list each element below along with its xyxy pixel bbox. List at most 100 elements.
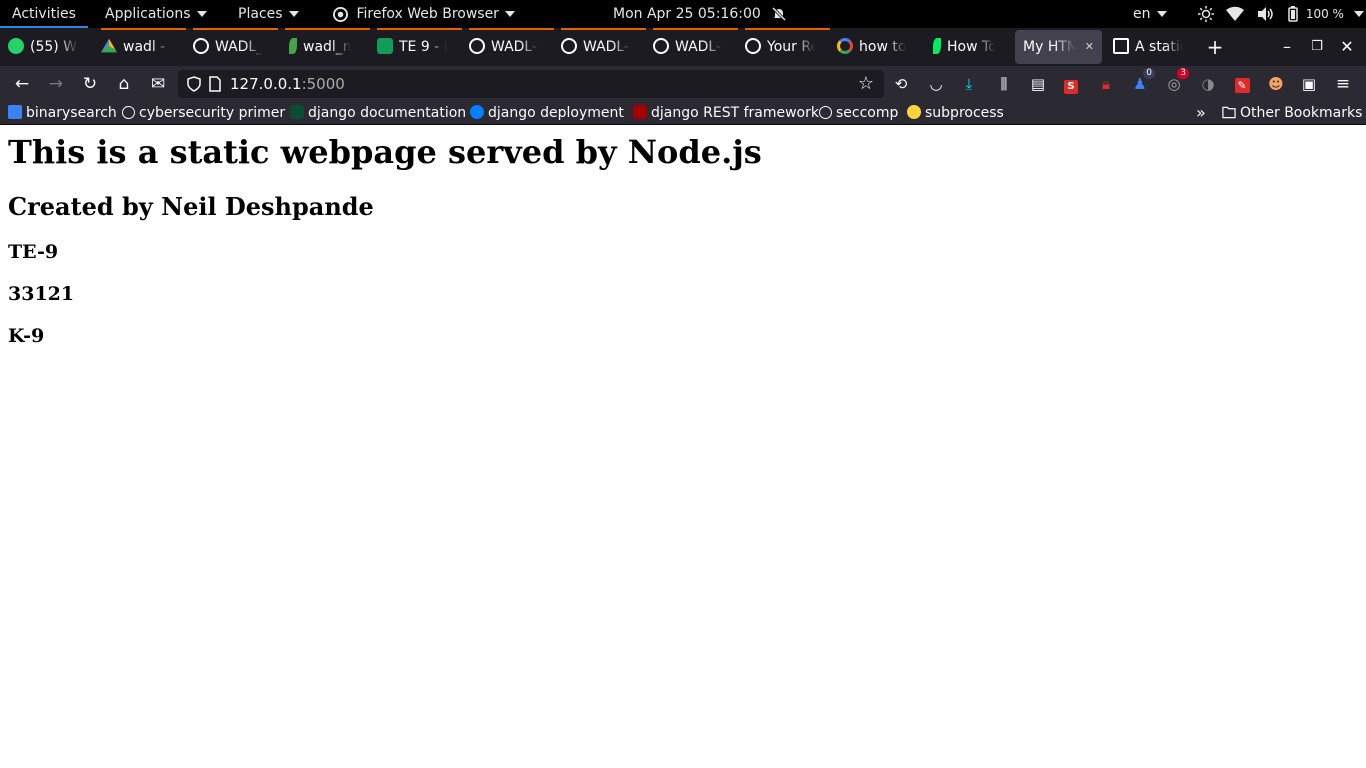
forward-button[interactable]: → bbox=[44, 72, 68, 96]
language-label: en bbox=[1133, 6, 1151, 22]
places-menu[interactable]: Places bbox=[238, 0, 299, 28]
battery-icon bbox=[1288, 6, 1299, 22]
tab-title: My HTML bbox=[1023, 39, 1075, 55]
menu-icon[interactable]: ≡ bbox=[1332, 73, 1354, 95]
tab-title: wadl - G bbox=[123, 39, 171, 55]
bookmark-item[interactable]: cybersecurity primer bbox=[122, 102, 285, 124]
other-bookmarks[interactable]: Other Bookmarks bbox=[1222, 102, 1362, 124]
tab-container-line bbox=[653, 28, 738, 30]
mail-icon[interactable]: ✉ bbox=[146, 72, 170, 96]
sidebar-icon[interactable]: ▤ bbox=[1027, 73, 1049, 95]
tab[interactable]: (55) Wh bbox=[8, 30, 93, 64]
minimize-button[interactable]: – bbox=[1272, 28, 1302, 66]
pocket-icon[interactable]: ◡ bbox=[925, 73, 947, 95]
url-port: :5000 bbox=[301, 75, 345, 93]
activities-button[interactable]: Activities bbox=[12, 0, 76, 28]
language-indicator[interactable]: en bbox=[1133, 0, 1167, 28]
page-subheading: Created by Neil Deshpande bbox=[8, 192, 374, 221]
lock-extension-icon[interactable]: 🔒︎ bbox=[1095, 73, 1117, 95]
tab-title: WADL-S bbox=[675, 39, 723, 55]
brightness-icon bbox=[1198, 6, 1214, 22]
notifications-disabled-icon bbox=[772, 6, 787, 22]
color-picker-extension-icon[interactable]: ✎ bbox=[1231, 73, 1253, 95]
tab-container-line bbox=[469, 28, 554, 30]
chevron-down-icon bbox=[196, 11, 207, 17]
pocket-extension-icon[interactable]: ♟ 0 bbox=[1129, 68, 1155, 95]
tab[interactable]: wadl_m bbox=[285, 30, 370, 64]
history-icon[interactable]: ⟲ bbox=[890, 73, 912, 95]
tracker-extension-icon[interactable]: ◑ bbox=[1197, 73, 1219, 95]
page-heading: This is a static webpage served by Node.… bbox=[8, 133, 762, 171]
tab-container-line bbox=[561, 28, 646, 30]
chevron-down-icon bbox=[1354, 11, 1365, 17]
tab-title: How To bbox=[947, 39, 995, 55]
chevron-down-icon bbox=[1156, 11, 1167, 17]
back-button[interactable]: ← bbox=[10, 72, 34, 96]
tab-title: TE 9 - Li bbox=[399, 39, 447, 55]
close-tab-icon[interactable]: ✕ bbox=[1085, 30, 1094, 64]
github-icon bbox=[469, 38, 485, 54]
clock[interactable]: Mon Apr 25 05:16:00 bbox=[613, 0, 787, 28]
github-icon bbox=[561, 38, 577, 54]
library-icon[interactable]: ⫼ bbox=[993, 73, 1015, 95]
app-name: Firefox Web Browser bbox=[356, 6, 499, 22]
tab[interactable]: A static bbox=[1113, 30, 1198, 64]
bookmark-label: subprocess bbox=[925, 105, 1004, 121]
bookmark-item[interactable]: binarysearch bbox=[8, 102, 117, 124]
page-content: This is a static webpage served by Node.… bbox=[0, 125, 1366, 768]
shield-icon[interactable] bbox=[186, 76, 202, 92]
tab[interactable]: how to bbox=[837, 30, 922, 64]
google-icon bbox=[837, 38, 853, 54]
page-info-icon[interactable] bbox=[208, 76, 222, 92]
url-host: 127.0.0.1 bbox=[230, 75, 302, 93]
bookmark-label: cybersecurity primer bbox=[139, 105, 286, 121]
chevron-down-icon bbox=[504, 11, 515, 17]
bookmark-star-icon[interactable]: ☆ bbox=[855, 73, 877, 95]
gnome-top-bar: Activities Applications Places Firefox W… bbox=[0, 0, 1366, 28]
tab[interactable]: WADL-S bbox=[469, 30, 554, 64]
avatar-extension-icon[interactable]: ☻ bbox=[1265, 73, 1287, 95]
bookmark-item[interactable]: django REST framework bbox=[633, 102, 819, 124]
django-icon bbox=[290, 105, 304, 119]
tab[interactable]: How To bbox=[929, 30, 1009, 64]
downloads-icon[interactable]: ⤓ bbox=[958, 73, 980, 95]
privacy-extension-icon[interactable]: ◎ 3 bbox=[1163, 68, 1189, 95]
tab[interactable]: WADL_ bbox=[193, 30, 278, 64]
bookmark-label: django deployment bbox=[488, 105, 624, 121]
google-drive-icon bbox=[101, 38, 117, 53]
tab-container-line bbox=[101, 28, 186, 30]
tab[interactable]: WADL-S bbox=[561, 30, 646, 64]
tab[interactable]: wadl - G bbox=[101, 30, 186, 64]
tab[interactable]: TE 9 - Li bbox=[377, 30, 462, 64]
container-icon[interactable]: ▣ bbox=[1298, 73, 1320, 95]
binarysearch-icon bbox=[8, 105, 22, 119]
app-menu[interactable]: Firefox Web Browser bbox=[333, 0, 515, 28]
tab[interactable]: My HTML ✕ bbox=[1015, 30, 1102, 64]
tab[interactable]: Your Re bbox=[745, 30, 830, 64]
extension-s-icon[interactable]: S bbox=[1060, 73, 1082, 95]
url-text[interactable]: 127.0.0.1:5000 bbox=[230, 70, 345, 98]
tab[interactable]: WADL-S bbox=[653, 30, 738, 64]
system-menu[interactable]: 100 % bbox=[1198, 0, 1365, 28]
bookmark-item[interactable]: django documentation bbox=[290, 102, 466, 124]
bookmark-item[interactable]: seccomp bbox=[819, 102, 898, 124]
mongodb-leaf-icon bbox=[933, 38, 941, 54]
volume-icon bbox=[1257, 7, 1273, 21]
maximize-button[interactable]: ❐ bbox=[1302, 28, 1332, 66]
url-bar[interactable]: 127.0.0.1:5000 ☆ bbox=[178, 70, 884, 98]
tab-container-line bbox=[285, 28, 370, 30]
tab-title: A static bbox=[1135, 39, 1183, 55]
new-tab-button[interactable]: + bbox=[1205, 30, 1225, 64]
close-window-button[interactable]: ✕ bbox=[1332, 28, 1362, 66]
tab-title: WADL_ bbox=[215, 39, 263, 55]
battery-percent: 100 % bbox=[1305, 7, 1344, 21]
class-line: TE-9 bbox=[8, 241, 59, 263]
applications-menu[interactable]: Applications bbox=[105, 0, 207, 28]
reload-button[interactable]: ↻ bbox=[78, 72, 102, 96]
globe-icon bbox=[122, 105, 135, 119]
bookmark-item[interactable]: django deployment bbox=[470, 102, 624, 124]
bookmarks-overflow-chevron-icon[interactable]: » bbox=[1196, 102, 1206, 124]
places-label: Places bbox=[238, 6, 283, 22]
home-button[interactable]: ⌂ bbox=[112, 72, 136, 96]
bookmark-item[interactable]: subprocess bbox=[907, 102, 1004, 124]
